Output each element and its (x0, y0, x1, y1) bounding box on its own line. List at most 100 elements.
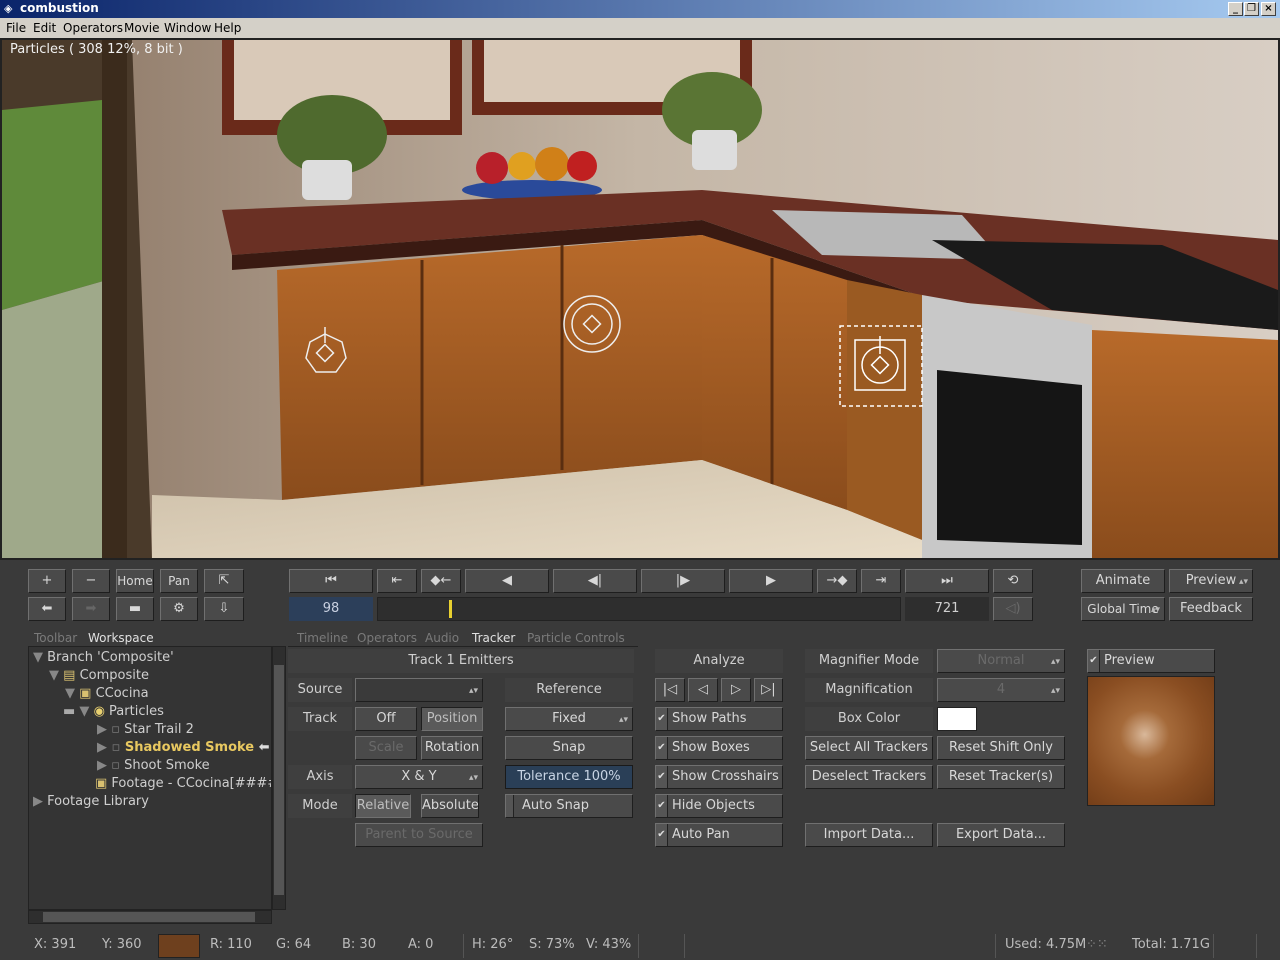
reset-trackers-button[interactable]: Reset Tracker(s) (937, 765, 1065, 789)
analyze-forward-icon[interactable]: ▷ (721, 678, 751, 702)
tree-item-shoot-smoke[interactable]: ▶ ▫ Shoot Smoke (97, 758, 210, 774)
auto-pan-checkbox[interactable]: ✔ Auto Pan (655, 823, 783, 847)
composite-viewport[interactable]: Particles ( 308 12%, 8 bit ) (0, 38, 1280, 560)
scrollbar-thumb[interactable] (43, 912, 255, 922)
menu-operators[interactable]: Operators (63, 21, 123, 35)
loop-icon[interactable]: ⟲ (993, 569, 1033, 593)
set-out-point-icon[interactable]: ⇥ (861, 569, 901, 593)
visibility-icon[interactable]: ▬ (63, 704, 79, 719)
expand-arrow-icon[interactable]: ▶ (97, 758, 111, 773)
reference-dropdown[interactable]: Fixed ▴▾ (505, 707, 633, 731)
tab-audio[interactable]: Audio (425, 630, 459, 646)
settings-sliders-icon[interactable]: ⚙ (160, 597, 198, 621)
import-data-button[interactable]: Import Data... (805, 823, 933, 847)
home-button[interactable]: Home (116, 569, 154, 593)
menu-help[interactable]: Help (214, 21, 241, 35)
hide-objects-checkbox[interactable]: ✔ Hide Objects (655, 794, 783, 818)
step-back-icon[interactable]: ◀| (553, 569, 637, 593)
prev-keyframe-icon[interactable]: ◆← (421, 569, 461, 593)
tree-item-footage-library[interactable]: ▶ Footage Library (33, 794, 149, 810)
expand-arrow-icon[interactable]: ▼ (79, 704, 93, 719)
tree-horizontal-scrollbar[interactable] (28, 910, 272, 924)
forward-arrow-icon[interactable]: ➡ (72, 597, 110, 621)
snap-button[interactable]: Snap (505, 736, 633, 760)
tree-item-ccocina[interactable]: ▼ ▣ CCocina (65, 686, 149, 702)
mode-absolute-button[interactable]: Absolute (421, 794, 479, 818)
select-all-trackers-button[interactable]: Select All Trackers (805, 736, 933, 760)
pan-button[interactable]: Pan (160, 569, 198, 593)
menu-edit[interactable]: Edit (33, 21, 56, 35)
parent-to-source-checkbox[interactable]: Parent to Source (355, 823, 483, 847)
auto-snap-checkbox[interactable]: Auto Snap (505, 794, 633, 818)
tab-timeline[interactable]: Timeline (297, 630, 348, 646)
workspace-tree[interactable]: ▼ Branch 'Composite' ▼ ▤ Composite ▼ ▣ C… (28, 646, 272, 910)
tree-item-star-trail[interactable]: ▶ ▫ Star Trail 2 (97, 722, 194, 738)
timeline-scrubber[interactable] (377, 597, 901, 621)
restore-button[interactable]: ❐ (1244, 2, 1259, 16)
axis-dropdown[interactable]: X & Y ▴▾ (355, 765, 483, 789)
menu-movie[interactable]: Movie (124, 21, 160, 35)
tree-item-footage[interactable]: ▣ Footage - CCocina[####] (95, 776, 271, 792)
track-off-button[interactable]: Off (355, 707, 417, 731)
show-boxes-checkbox[interactable]: ✔ Show Boxes (655, 736, 783, 760)
tree-item-branch[interactable]: ▼ Branch 'Composite' (33, 650, 174, 666)
expand-arrow-icon[interactable]: ▶ (33, 794, 47, 809)
fit-view-icon[interactable]: ⇱ (204, 569, 244, 593)
expand-arrow-icon[interactable]: ▼ (49, 668, 63, 683)
next-keyframe-icon[interactable]: →◆ (817, 569, 857, 593)
reset-shift-only-button[interactable]: Reset Shift Only (937, 736, 1065, 760)
mode-relative-button[interactable]: Relative (355, 794, 411, 818)
tolerance-slider[interactable]: Tolerance 100% (505, 765, 633, 789)
expand-arrow-icon[interactable]: ▼ (65, 686, 79, 701)
menu-window[interactable]: Window (164, 21, 211, 35)
global-time-dropdown[interactable]: Global Time ▴▾ (1081, 597, 1165, 621)
tab-tracker[interactable]: Tracker (472, 630, 515, 646)
add-button[interactable]: + (28, 569, 66, 593)
expand-arrow-icon[interactable]: ▼ (33, 650, 47, 665)
display-mode-icon[interactable]: ▬ (116, 597, 154, 621)
tab-toolbar[interactable]: Toolbar (34, 630, 77, 646)
step-forward-icon[interactable]: |▶ (641, 569, 725, 593)
tree-item-shadowed-smoke[interactable]: ▶ ▫ Shadowed Smoke ⬅ (97, 740, 270, 756)
magnification-dropdown[interactable]: 4 ▴▾ (937, 678, 1065, 702)
play-backward-icon[interactable]: ◀ (465, 569, 549, 593)
go-to-start-icon[interactable]: ⏮ (289, 569, 373, 593)
menu-file[interactable]: File (6, 21, 26, 35)
track-position-button[interactable]: Position (421, 707, 483, 731)
show-paths-checkbox[interactable]: ✔ Show Paths (655, 707, 783, 731)
minimize-button[interactable]: _ (1228, 2, 1243, 16)
tab-particle-controls[interactable]: Particle Controls (527, 630, 625, 646)
analyze-to-end-icon[interactable]: ▷| (754, 678, 783, 702)
preview-dropdown[interactable]: Preview ▴▾ (1169, 569, 1253, 593)
tab-operators[interactable]: Operators (357, 630, 417, 646)
back-arrow-icon[interactable]: ⬅ (28, 597, 66, 621)
download-icon[interactable]: ⇩ (204, 597, 244, 621)
tree-vertical-scrollbar[interactable] (272, 646, 286, 910)
source-dropdown[interactable]: ▴▾ (355, 678, 483, 702)
track-scale-button[interactable]: Scale (355, 736, 417, 760)
tree-item-composite[interactable]: ▼ ▤ Composite (49, 668, 149, 684)
remove-button[interactable]: − (72, 569, 110, 593)
expand-arrow-icon[interactable]: ▶ (97, 722, 111, 737)
preview-checkbox[interactable]: ✔ Preview (1087, 649, 1215, 673)
export-data-button[interactable]: Export Data... (937, 823, 1065, 847)
deselect-trackers-button[interactable]: Deselect Trackers (805, 765, 933, 789)
animate-button[interactable]: Animate (1081, 569, 1165, 593)
current-frame-field[interactable]: 98 (289, 597, 373, 621)
track-rotation-button[interactable]: Rotation (421, 736, 483, 760)
tree-item-particles[interactable]: ▬ ▼ ◉ Particles (63, 704, 164, 720)
show-crosshairs-checkbox[interactable]: ✔ Show Crosshairs (655, 765, 783, 789)
tab-workspace[interactable]: Workspace (88, 630, 154, 646)
go-to-end-icon[interactable]: ⏭ (905, 569, 989, 593)
end-frame-field[interactable]: 721 (905, 597, 989, 621)
analyze-to-start-icon[interactable]: |◁ (655, 678, 685, 702)
feedback-button[interactable]: Feedback (1169, 597, 1253, 621)
expand-arrow-icon[interactable]: ▶ (97, 740, 112, 755)
magnifier-mode-dropdown[interactable]: Normal ▴▾ (937, 649, 1065, 673)
scrollbar-thumb[interactable] (274, 665, 284, 895)
play-icon[interactable]: ▶ (729, 569, 813, 593)
close-button[interactable]: × (1261, 2, 1276, 16)
box-color-swatch[interactable] (937, 707, 977, 731)
analyze-backward-icon[interactable]: ◁ (688, 678, 718, 702)
set-in-point-icon[interactable]: ⇤ (377, 569, 417, 593)
